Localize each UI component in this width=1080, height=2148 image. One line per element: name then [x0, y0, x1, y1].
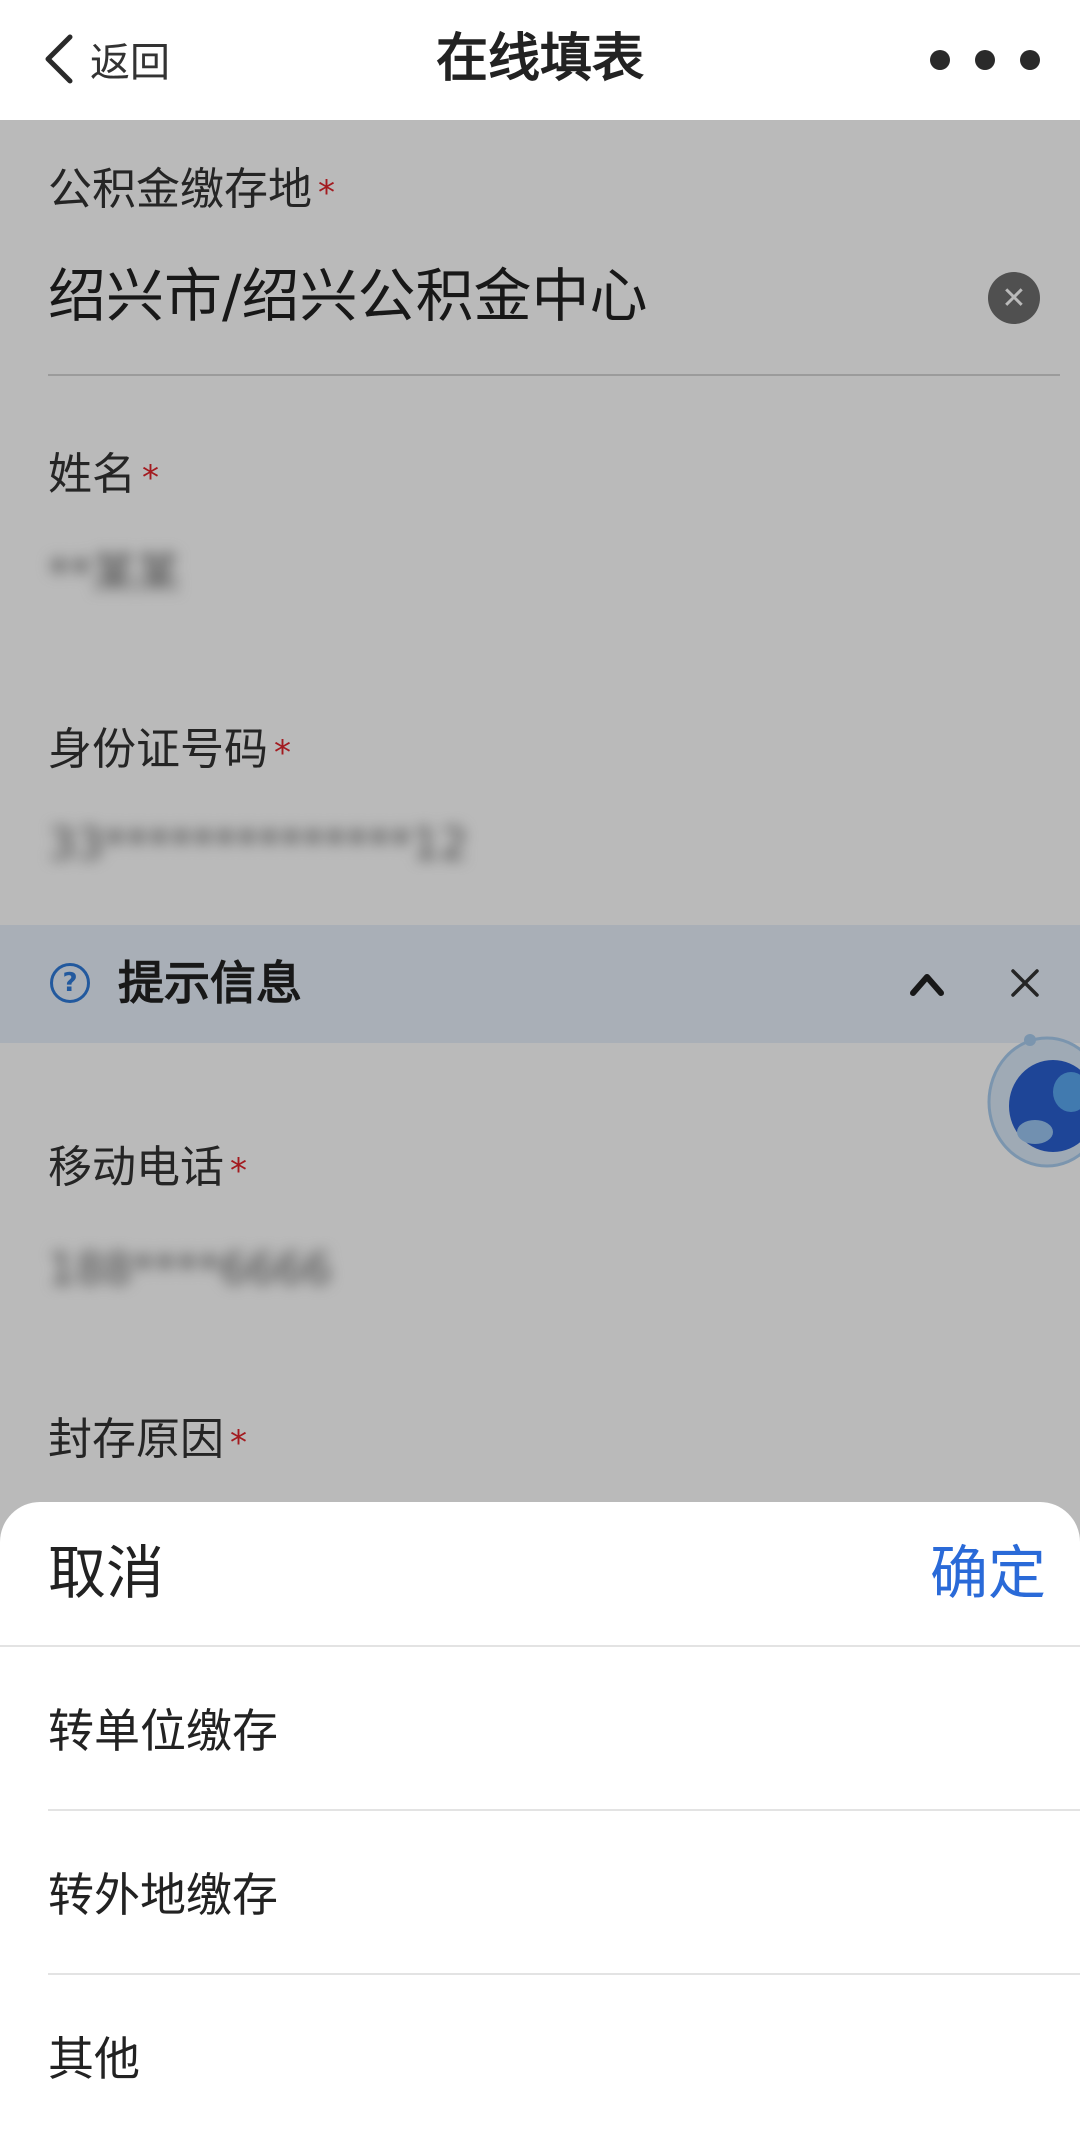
cancel-button[interactable]: 取消: [48, 1538, 164, 1608]
page-title: 在线填表: [435, 29, 644, 89]
confirm-button[interactable]: 确定: [930, 1538, 1046, 1608]
picker-header: 取消 确定: [0, 1502, 1080, 1645]
picker-option-other[interactable]: 其他: [48, 1975, 1080, 2137]
picker-option-transfer-unit[interactable]: 转单位缴存: [48, 1647, 1080, 1809]
picker-sheet: 取消 确定 转单位缴存 转外地缴存 其他: [0, 1502, 1080, 2148]
picker-option-transfer-other-city[interactable]: 转外地缴存: [48, 1811, 1080, 1973]
more-dots-icon[interactable]: [930, 45, 1040, 75]
nav-bar: 返回 在线填表: [0, 0, 1080, 120]
